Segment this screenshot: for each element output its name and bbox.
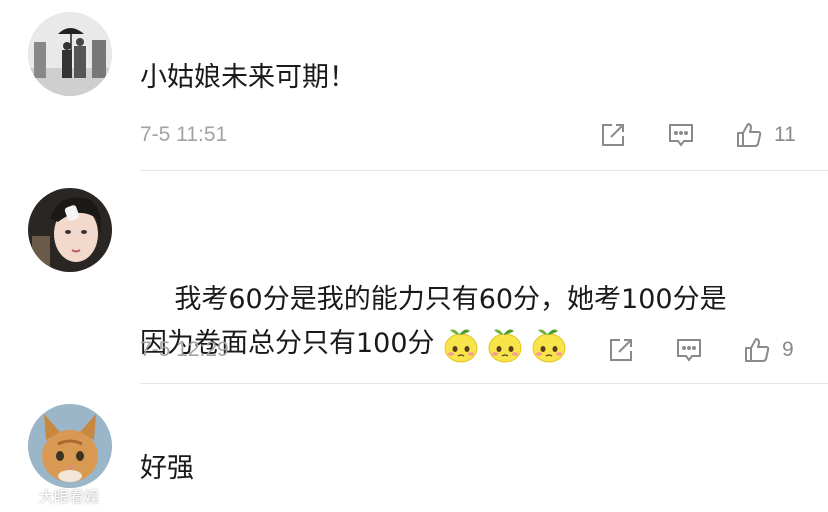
share-icon	[610, 339, 632, 361]
like-count: 9	[782, 338, 794, 361]
share-button[interactable]	[598, 120, 628, 150]
comment-time: 7-5 12:29	[140, 338, 229, 361]
share-button[interactable]	[606, 335, 636, 365]
thumbs-up-icon	[745, 338, 770, 362]
avatar[interactable]	[28, 12, 112, 96]
avatar[interactable]	[28, 404, 112, 488]
like-button[interactable]: 11	[734, 120, 796, 150]
watermark: 大眼看娱	[8, 484, 99, 508]
comment-icon	[669, 124, 693, 147]
avatar[interactable]	[28, 188, 112, 272]
watermark-logo-icon	[9, 489, 34, 503]
reply-button[interactable]	[674, 335, 704, 365]
comment-icon	[677, 339, 701, 362]
comment-meta: 7-5 12:29 9	[140, 333, 800, 367]
like-count: 11	[774, 123, 796, 146]
comment-text: 我考60分是我的能力只有60分，她考100分是 因为卷面总分只有100分	[140, 234, 800, 411]
comment-time: 7-5 11:51	[140, 123, 228, 146]
comment-meta: 7-5 11:51 11	[140, 118, 800, 152]
share-icon	[602, 124, 624, 146]
watermark-text: 大眼看娱	[39, 487, 100, 506]
like-button[interactable]: 9	[742, 335, 794, 365]
divider	[140, 170, 828, 171]
thumbs-up-icon	[737, 123, 762, 147]
comment-text: 小姑娘未来可期！	[140, 62, 356, 93]
divider	[140, 383, 828, 384]
reply-button[interactable]	[666, 120, 696, 150]
comment-text: 好强	[140, 453, 194, 484]
